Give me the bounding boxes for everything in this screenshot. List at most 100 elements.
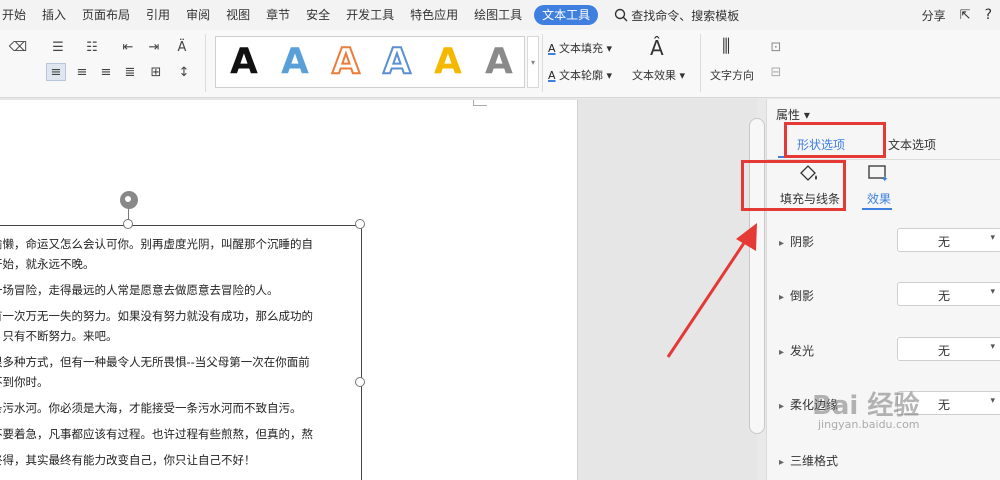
property-select-value: 无 bbox=[938, 344, 951, 358]
clear-format-icon[interactable]: ⌫ bbox=[8, 38, 28, 56]
increase-indent-icon[interactable]: ⇥ bbox=[144, 38, 164, 56]
align-left-icon[interactable]: ≡ bbox=[46, 63, 66, 81]
wordart-style-4[interactable]: A bbox=[382, 39, 412, 85]
menu-tab[interactable]: 开发工具 bbox=[338, 0, 402, 30]
property-row-label[interactable]: 阴影 bbox=[779, 233, 814, 250]
justify-icon[interactable]: ≣ bbox=[120, 63, 140, 81]
property-row-label[interactable]: 发光 bbox=[779, 342, 814, 359]
menu-tab[interactable]: 特色应用 bbox=[402, 0, 466, 30]
wordart-style-5[interactable]: A bbox=[434, 39, 462, 85]
ribbon: ⌫ ☰ ☷ ⇤ ⇥ Ä ≡ ≡ ≡ ≣ ⊞ ↕ AAAAAA ▾ A 文本填充 … bbox=[0, 30, 1000, 98]
search-command[interactable]: 查找命令、搜索模板 bbox=[614, 7, 739, 24]
resize-handle[interactable] bbox=[355, 219, 365, 229]
property-select-value: 无 bbox=[938, 289, 951, 303]
align-text-icon[interactable]: ⊡ bbox=[766, 38, 786, 56]
distribute-icon[interactable]: ⊞ bbox=[146, 63, 166, 81]
property-row-label[interactable]: 三维格式 bbox=[779, 452, 838, 469]
wordart-style-1[interactable]: A bbox=[230, 39, 258, 85]
line-spacing-icon[interactable]: ↕ bbox=[174, 63, 194, 81]
text-effects-button[interactable]: 文本效果 ▾ bbox=[632, 67, 685, 83]
menu-tab[interactable]: 插入 bbox=[34, 0, 74, 30]
highlight-box-shape-options bbox=[784, 122, 886, 158]
paragraph-line: 一场冒险，走得最远的人常是愿意去做愿意去冒险的人。 bbox=[0, 283, 279, 297]
wordart-style-3[interactable]: A bbox=[331, 39, 361, 85]
resize-handle[interactable] bbox=[123, 219, 133, 229]
paragraph-line: 很多种方式，但有一种最令人无所畏惧--当父母第一次在你面前 bbox=[0, 355, 310, 369]
property-select[interactable]: 无 ▾ bbox=[897, 228, 1000, 252]
share-button[interactable]: 分享 bbox=[922, 7, 946, 24]
watermark-url: jingyan.baidu.com bbox=[818, 418, 920, 431]
menubar-right: 分享 ⇱ ? bbox=[922, 0, 992, 30]
chevron-down-icon: ▾ bbox=[990, 396, 995, 406]
text-fill-button[interactable]: A 文本填充 ▾ bbox=[548, 40, 612, 56]
subtab-indicator bbox=[862, 208, 892, 210]
ribbon-separator bbox=[205, 34, 206, 92]
align-right-icon[interactable]: ≡ bbox=[96, 63, 116, 81]
tab-text-options[interactable]: 文本选项 bbox=[888, 136, 936, 154]
menu-tab[interactable]: 审阅 bbox=[178, 0, 218, 30]
panel-title[interactable]: 属性 ▾ bbox=[776, 106, 810, 123]
svg-text:✦: ✦ bbox=[881, 175, 889, 184]
menu-tab[interactable]: 绘图工具 bbox=[466, 0, 530, 30]
ribbon-separator bbox=[700, 34, 701, 92]
text-fill-icon: A bbox=[548, 42, 556, 55]
effects-icon[interactable]: ✦ bbox=[867, 164, 889, 184]
search-icon bbox=[614, 8, 628, 22]
paragraph-line: 不到你时。 bbox=[0, 375, 49, 389]
menu-tab[interactable]: 章节 bbox=[258, 0, 298, 30]
decrease-indent-icon[interactable]: ⇤ bbox=[118, 38, 138, 56]
property-row-label[interactable]: 倒影 bbox=[779, 287, 814, 304]
menu-tab[interactable]: 文本工具 bbox=[534, 5, 599, 25]
chevron-down-icon: ▾ bbox=[990, 287, 995, 297]
menu-bar: 开始 插入 页面布局 引用 审阅 视图 章节 安全 开发工具 特色应用 绘图工具 文本工具 查找命令、… bbox=[0, 0, 1000, 30]
text-outline-button[interactable]: A 文本轮廓 ▾ bbox=[548, 67, 612, 83]
paragraph-line: 不要着急，凡事都应该有过程。也许过程有些煎熬，但真的，熬 bbox=[0, 427, 313, 441]
paragraph-line: ，只有不断努力。来吧。 bbox=[0, 329, 118, 343]
menu-tab[interactable]: 安全 bbox=[298, 0, 338, 30]
watermark-logo: Bai 经验 bbox=[812, 391, 920, 421]
char-spacing-icon[interactable]: Ä bbox=[172, 38, 192, 56]
paragraph-line: 开始，就永远不晚。 bbox=[0, 257, 95, 271]
paragraph-line: 终得，其实最终有能力改变自己，你只让自己不好！ bbox=[0, 453, 256, 467]
panel-title-label: 属性 bbox=[776, 108, 801, 122]
paragraph-line: 有一次万无一失的努力。如果没有努力就没有成功，那么成功的 bbox=[0, 309, 313, 323]
text-effects-label: 文本效果 bbox=[632, 69, 676, 82]
text-fill-label: 文本填充 bbox=[559, 42, 604, 55]
rotate-handle-icon[interactable] bbox=[120, 191, 138, 209]
wordart-style-2[interactable]: A bbox=[281, 39, 309, 85]
chevron-down-icon: ▾ bbox=[990, 342, 995, 352]
margin-mark bbox=[473, 100, 487, 106]
menu-tab[interactable]: 引用 bbox=[138, 0, 178, 30]
bullet-list-icon[interactable]: ☰ bbox=[48, 38, 68, 56]
textbox-link-icon[interactable]: ⊟ bbox=[766, 63, 786, 81]
paragraph-line: 偷懒，命运又怎么会认可你。别再虚度光阴，叫醒那个沉睡的自 bbox=[0, 237, 313, 251]
property-select[interactable]: 无 ▾ bbox=[897, 337, 1000, 361]
text-outline-icon: A bbox=[548, 69, 556, 82]
menu-tab[interactable]: 开始 bbox=[0, 0, 34, 30]
highlight-box-fill-line bbox=[741, 160, 846, 211]
chevron-down-icon: ▾ bbox=[990, 233, 995, 243]
text-outline-label: 文本轮廓 bbox=[559, 69, 604, 82]
menu-tab[interactable]: 视图 bbox=[218, 0, 258, 30]
align-center-icon[interactable]: ≡ bbox=[72, 63, 92, 81]
search-label: 查找命令、搜索模板 bbox=[631, 8, 740, 23]
annotation-arrow bbox=[666, 223, 757, 358]
numbered-list-icon[interactable]: ☷ bbox=[82, 38, 102, 56]
menu-tab[interactable]: 页面布局 bbox=[74, 0, 138, 30]
subtab-effects[interactable]: 效果 bbox=[867, 190, 891, 207]
wordart-style-gallery[interactable]: AAAAAA bbox=[215, 36, 525, 88]
text-box[interactable]: 偷懒，命运又怎么会认可你。别再虚度光阴，叫醒那个沉睡的自 开始，就永远不晚。一场冒… bbox=[0, 225, 362, 480]
resize-handle[interactable] bbox=[355, 377, 365, 387]
collapse-ribbon-icon[interactable]: ⇱ bbox=[960, 8, 971, 23]
help-icon[interactable]: ? bbox=[985, 7, 992, 23]
property-select-value: 无 bbox=[938, 235, 951, 249]
text-direction-button[interactable]: 文字方向 bbox=[710, 67, 754, 83]
text-direction-icon: ⫼ bbox=[722, 36, 731, 57]
gallery-more-icon[interactable]: ▾ bbox=[527, 36, 539, 88]
ribbon-separator bbox=[542, 34, 543, 92]
text-effects-icon: Â bbox=[650, 36, 664, 60]
paragraph-line: 条污水河。你必须是大海，才能接受一条污水河而不致自污。 bbox=[0, 401, 302, 415]
property-select[interactable]: 无 ▾ bbox=[897, 282, 1000, 306]
wordart-style-6[interactable]: A bbox=[485, 39, 513, 85]
menu-tabs: 开始 插入 页面布局 引用 审阅 视图 章节 安全 开发工具 特色应用 绘图工具 文本工具 bbox=[0, 0, 602, 30]
